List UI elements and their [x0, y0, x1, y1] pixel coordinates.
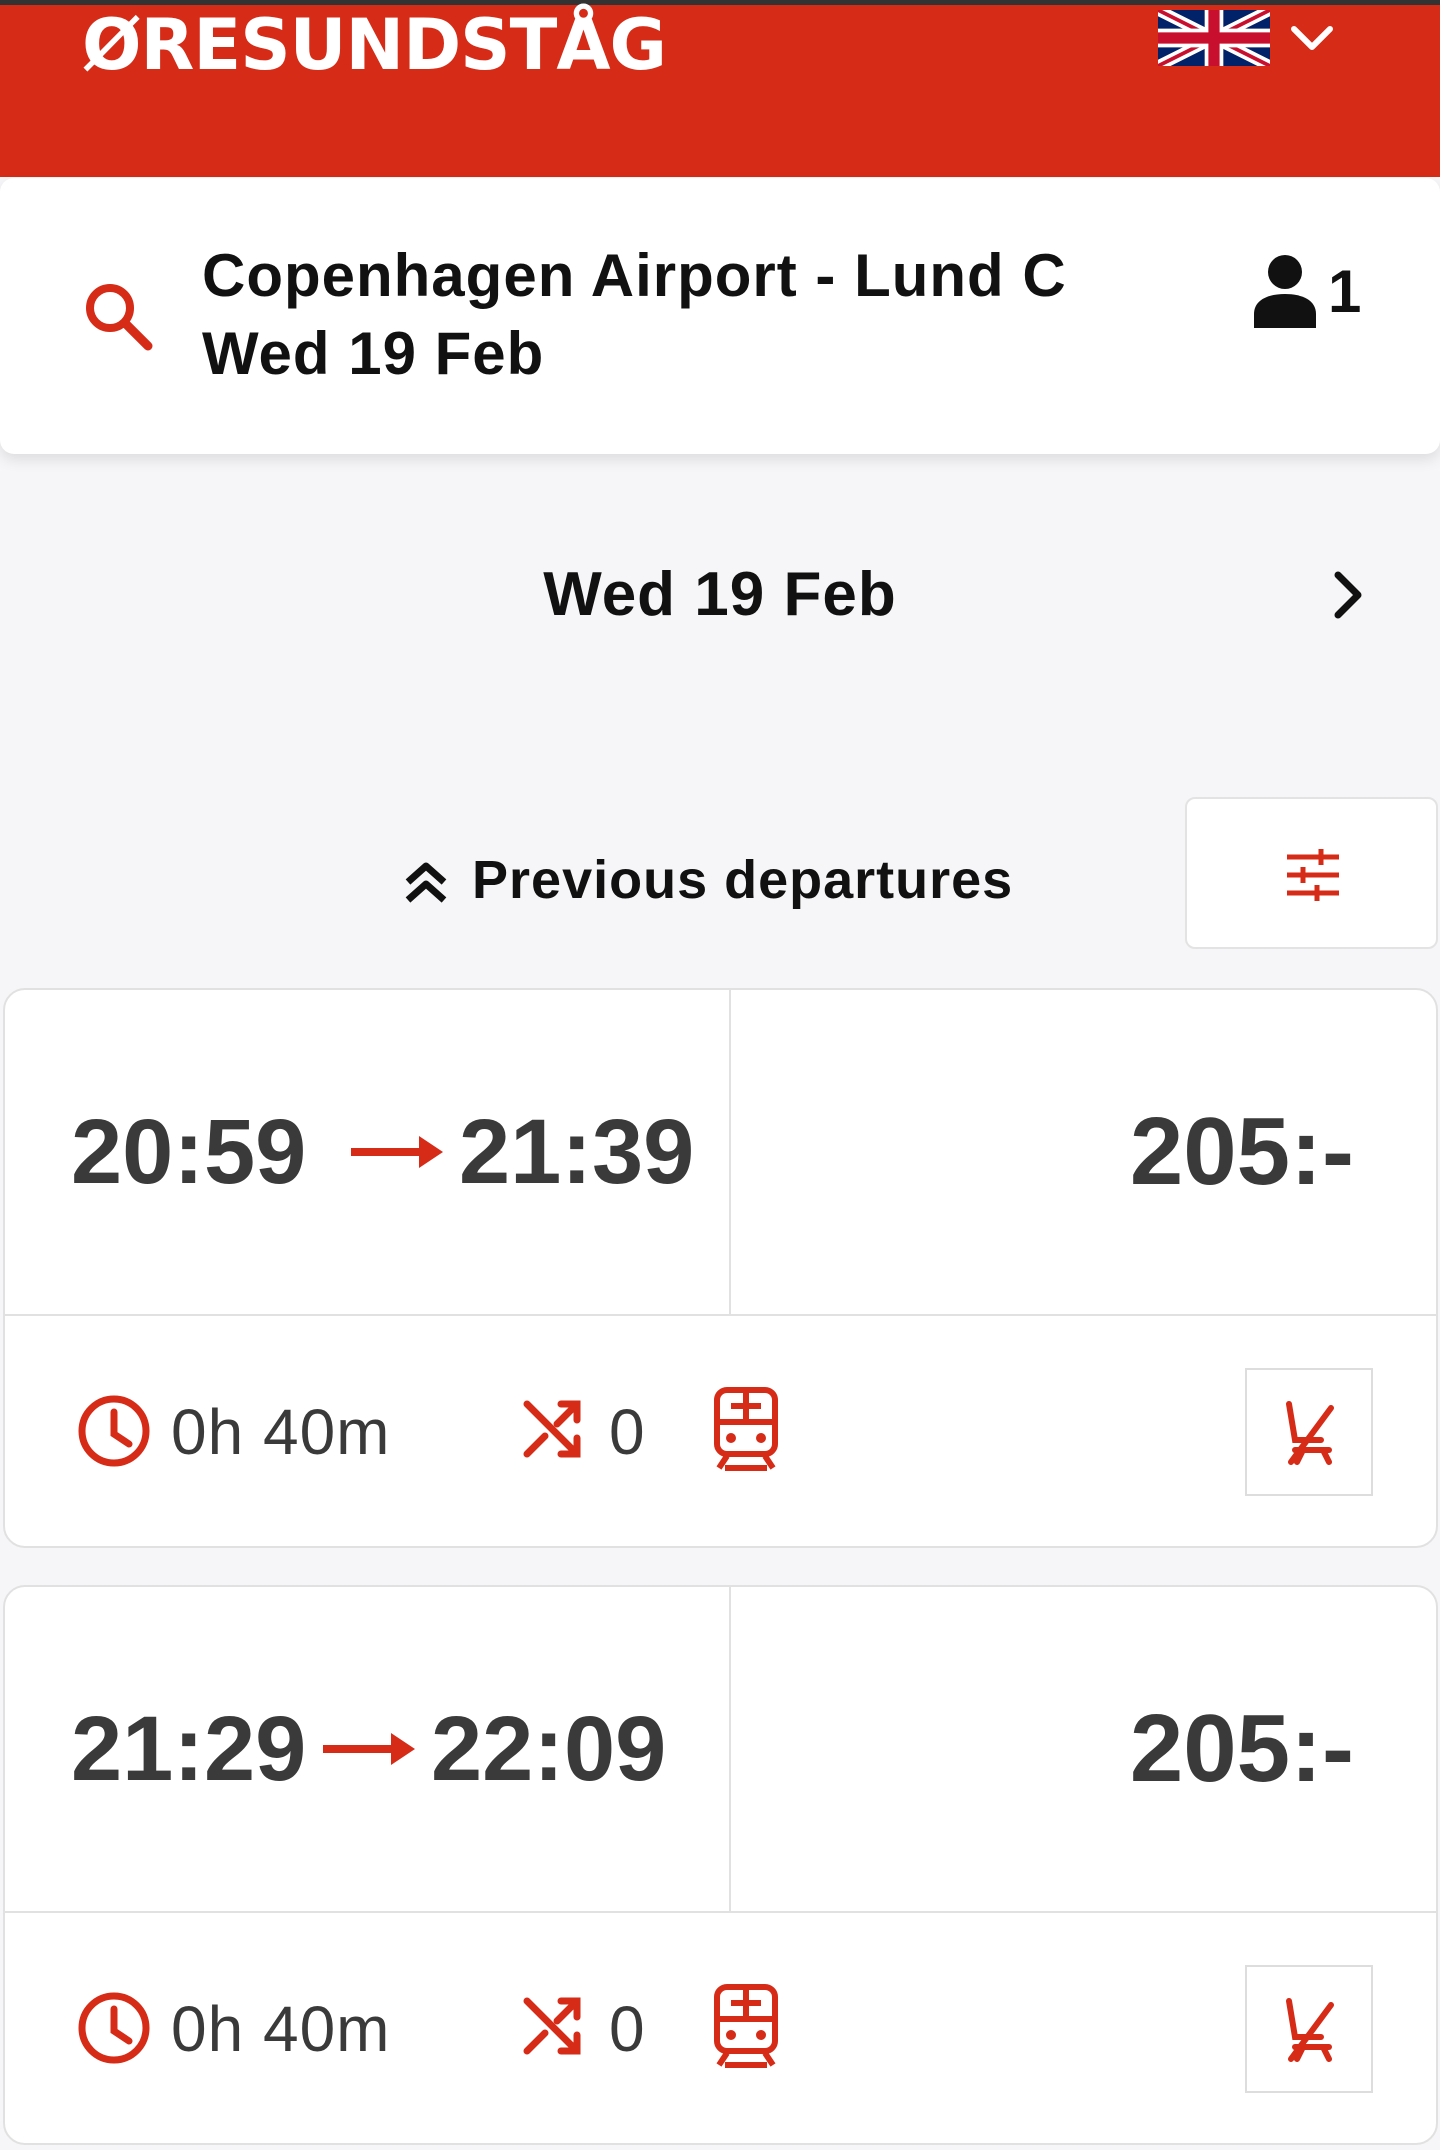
trip-details: 0h 40m 0: [5, 1318, 1436, 1546]
seat-reservation-button[interactable]: [1245, 1368, 1373, 1496]
trip-duration: 0h 40m: [171, 1993, 391, 2065]
double-chevron-up-icon: [405, 862, 447, 903]
trip-summary: 20:59 21:39 205:-: [5, 990, 1436, 1316]
trip-changes: 0: [609, 1993, 645, 2065]
no-seat-reservation-icon: [1286, 1401, 1334, 1465]
trip-summary: 21:29 22:09 205:-: [5, 1587, 1436, 1913]
uk-flag-icon: [1158, 10, 1270, 66]
trip-price: 205:-: [1129, 1695, 1354, 1802]
train-icon: [714, 1984, 778, 2068]
passenger-count-value: 1: [1328, 258, 1362, 325]
search-date: Wed 19 Feb: [202, 320, 545, 387]
route-label: Copenhagen Airport - Lund C: [202, 242, 1067, 309]
seat-reservation-button[interactable]: [1245, 1965, 1373, 2093]
trip-card[interactable]: 21:29 22:09 205:- 0h 40m 0: [3, 1585, 1438, 2145]
previous-departures-label: Previous departures: [472, 850, 1014, 910]
filter-button[interactable]: [1185, 797, 1438, 949]
trip-details: 0h 40m 0: [5, 1915, 1436, 2143]
departure-time: 21:29: [71, 1698, 307, 1800]
current-date-label: Wed 19 Feb: [543, 560, 897, 629]
shuffle-changes-icon: [523, 1997, 581, 2055]
shuffle-changes-icon: [523, 1400, 581, 1458]
trip-changes: 0: [609, 1396, 645, 1468]
divider: [729, 990, 731, 1316]
trip-card[interactable]: 20:59 21:39 205:- 0h 40m 0: [3, 988, 1438, 1548]
trip-duration: 0h 40m: [171, 1396, 391, 1468]
departure-time: 20:59: [71, 1101, 307, 1203]
no-seat-reservation-icon: [1286, 1998, 1334, 2062]
filter-sliders-icon: [1287, 849, 1339, 901]
language-selector[interactable]: [1158, 9, 1343, 71]
chevron-down-icon: [1291, 26, 1333, 50]
search-summary-card[interactable]: Copenhagen Airport - Lund C Wed 19 Feb 1: [0, 178, 1440, 454]
trip-price: 205:-: [1129, 1098, 1354, 1205]
arrow-right-icon: [351, 1136, 443, 1168]
app-header: ØRESUNDSTÅG: [0, 5, 1440, 177]
date-navigation: Wed 19 Feb: [0, 545, 1440, 645]
divider: [729, 1587, 731, 1913]
search-icon: [86, 284, 153, 351]
clock-icon: [78, 1395, 150, 1467]
person-icon: [1254, 255, 1316, 328]
brand-logo[interactable]: ØRESUNDSTÅG: [82, 5, 667, 85]
arrival-time: 22:09: [431, 1698, 667, 1800]
clock-icon: [78, 1992, 150, 2064]
arrow-right-icon: [323, 1733, 415, 1765]
train-icon: [714, 1387, 778, 1471]
next-date-chevron-icon[interactable]: [1320, 567, 1376, 623]
arrival-time: 21:39: [459, 1101, 695, 1203]
